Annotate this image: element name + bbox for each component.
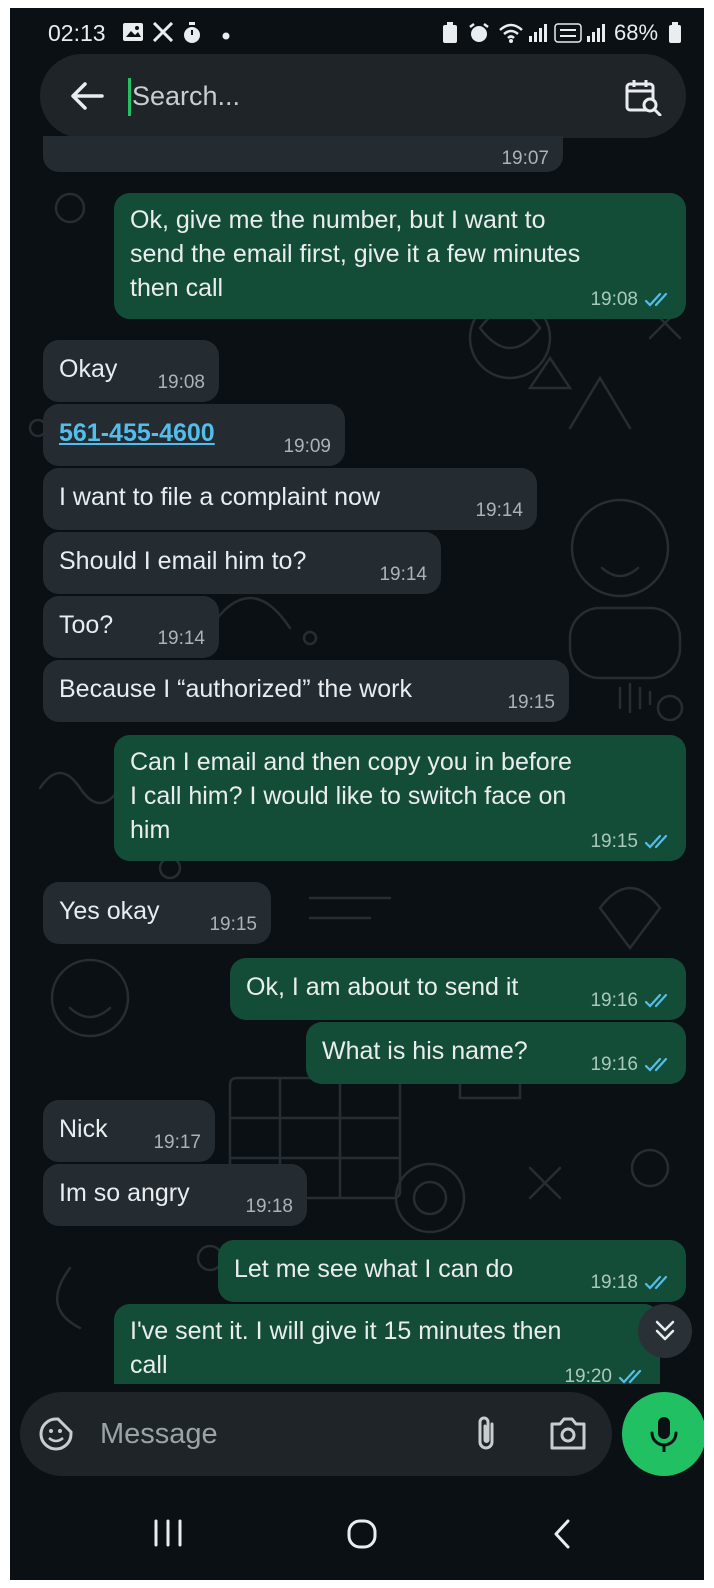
more-notifications-dot-icon bbox=[222, 32, 230, 40]
read-receipt-icon bbox=[644, 1057, 668, 1072]
message-bubble-incoming[interactable]: Okay 19:08 bbox=[43, 340, 219, 402]
message-time: 19:15 bbox=[507, 692, 555, 713]
read-receipt-icon bbox=[644, 834, 668, 849]
message-bubble-outgoing[interactable]: I've sent it. I will give it 15 minutes … bbox=[114, 1304, 660, 1384]
message-bubble-incoming[interactable]: Too? 19:14 bbox=[43, 596, 219, 658]
message-time: 19:14 bbox=[475, 500, 523, 521]
double-chevron-down-icon bbox=[655, 1320, 675, 1341]
back-arrow-icon[interactable] bbox=[70, 82, 104, 110]
attach-paperclip-icon[interactable] bbox=[472, 1414, 500, 1454]
message-time: 19:14 bbox=[157, 628, 205, 649]
text-cursor bbox=[128, 78, 131, 116]
message-time: 19:18 bbox=[245, 1196, 293, 1217]
volte-icon bbox=[554, 23, 582, 43]
signal-2-icon bbox=[587, 24, 605, 42]
message-bubble-outgoing[interactable]: Can I email and then copy you in before … bbox=[114, 735, 686, 861]
message-time: 19:18 bbox=[590, 1272, 638, 1293]
message-input[interactable] bbox=[100, 1414, 440, 1454]
message-time: 19:08 bbox=[590, 289, 638, 310]
camera-icon[interactable] bbox=[548, 1414, 588, 1452]
recent-apps-icon[interactable] bbox=[150, 1518, 186, 1548]
message-text: Should I email him to? bbox=[59, 547, 307, 575]
message-bubble-outgoing[interactable]: Ok, I am about to send it 19:16 bbox=[230, 958, 686, 1020]
read-receipt-icon bbox=[644, 1275, 668, 1290]
message-bubble-outgoing[interactable]: Let me see what I can do 19:18 bbox=[218, 1240, 686, 1302]
message-bubble-incoming[interactable]: Yes okay 19:15 bbox=[43, 882, 271, 944]
search-input[interactable] bbox=[132, 74, 572, 118]
battery-percent-label: 68% bbox=[614, 20, 659, 45]
message-text: I want to file a complaint now bbox=[59, 483, 380, 511]
message-time: 19:14 bbox=[379, 564, 427, 585]
scroll-to-bottom-button[interactable] bbox=[638, 1304, 692, 1358]
message-bubble-incoming[interactable]: Im so angry 19:18 bbox=[43, 1164, 307, 1226]
sticker-emoji-icon[interactable] bbox=[38, 1416, 74, 1452]
home-icon[interactable] bbox=[346, 1518, 378, 1550]
message-time: 19:09 bbox=[283, 436, 331, 457]
message-time: 19:08 bbox=[157, 372, 205, 393]
voice-message-button[interactable] bbox=[622, 1392, 704, 1476]
x-notification-icon bbox=[152, 22, 174, 42]
message-time: 19:17 bbox=[153, 1132, 201, 1153]
timer-notification-icon bbox=[184, 22, 200, 43]
system-navigation-bar bbox=[10, 1492, 704, 1580]
message-bubble-incoming[interactable]: Should I email him to? 19:14 bbox=[43, 532, 441, 594]
message-bubble-incoming[interactable]: I want to file a complaint now 19:14 bbox=[43, 468, 537, 530]
message-time: 19:15 bbox=[590, 831, 638, 852]
status-time: 02:13 bbox=[48, 20, 106, 46]
message-bubble-incoming[interactable]: 561-455-4600 19:09 bbox=[43, 404, 345, 466]
gallery-notification-icon bbox=[123, 23, 143, 41]
message-bubble-incoming[interactable]: Nick 19:17 bbox=[43, 1100, 215, 1162]
read-receipt-icon bbox=[618, 1369, 642, 1384]
battery-icon bbox=[669, 22, 681, 43]
message-text: Because I “authorized” the work bbox=[59, 675, 412, 703]
message-bubble-outgoing[interactable]: What is his name? 19:16 bbox=[306, 1022, 686, 1084]
message-time: 19:20 bbox=[564, 1366, 612, 1384]
back-icon[interactable] bbox=[550, 1518, 574, 1550]
signal-1-icon bbox=[529, 24, 547, 42]
message-time: 19:07 bbox=[501, 148, 549, 169]
message-bubble-outgoing[interactable]: Ok, give me the number, but I want to se… bbox=[114, 193, 686, 319]
message-bubble-incoming[interactable]: Because I “authorized” the work 19:15 bbox=[43, 660, 569, 722]
search-by-date-icon[interactable] bbox=[624, 78, 662, 116]
message-time: 19:16 bbox=[590, 990, 638, 1011]
read-receipt-icon bbox=[644, 292, 668, 307]
battery-percent: 68% bbox=[614, 20, 658, 46]
read-receipt-icon bbox=[644, 993, 668, 1008]
battery-saver-icon bbox=[443, 22, 457, 43]
search-bar bbox=[40, 54, 686, 138]
partial-message: 19:07 bbox=[43, 136, 563, 172]
message-text: Ok, give me the number, but I want to se… bbox=[130, 206, 581, 302]
alarm-icon bbox=[469, 23, 489, 42]
wifi-icon bbox=[499, 23, 523, 43]
message-composer bbox=[20, 1392, 612, 1476]
microphone-icon bbox=[650, 1417, 678, 1452]
message-time: 19:16 bbox=[590, 1054, 638, 1075]
message-text: Can I email and then copy you in before … bbox=[130, 748, 572, 844]
chat-screen: 02:13 68% 19:07 Ok, give me the number, … bbox=[10, 8, 704, 1580]
message-time: 19:15 bbox=[209, 914, 257, 935]
